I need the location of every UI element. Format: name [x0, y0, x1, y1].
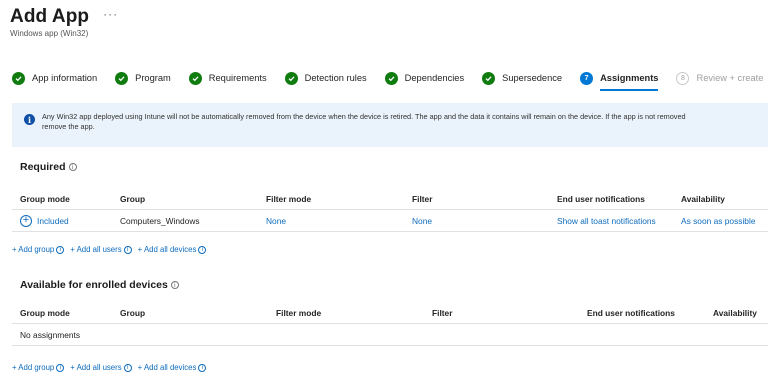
- wizard-steps: App information Program Requirements Det…: [12, 71, 768, 91]
- info-banner: i Any Win32 app deployed using Intune wi…: [12, 103, 768, 147]
- step-label: Requirements: [208, 73, 267, 83]
- column-header[interactable]: Filter mode: [268, 308, 424, 318]
- step-number-badge: 7: [580, 71, 594, 85]
- add-all-devices-link[interactable]: + Add all devices: [138, 245, 197, 254]
- column-header[interactable]: End user notifications: [579, 308, 705, 318]
- column-header[interactable]: Group: [112, 308, 268, 318]
- required-section-title: Required i: [20, 161, 77, 173]
- empty-message: No assignments: [20, 329, 81, 340]
- step-number-badge: 8: [676, 71, 690, 85]
- add-all-devices-link[interactable]: + Add all devices: [138, 363, 197, 372]
- banner-line: remove the app.: [42, 122, 95, 131]
- page-header: Add App ··· Windows app (Win32): [10, 6, 118, 38]
- banner-line: Any Win32 app deployed using Intune will…: [42, 112, 686, 121]
- column-header[interactable]: Filter mode: [258, 194, 404, 204]
- column-header[interactable]: Group mode: [12, 194, 112, 204]
- step-label: Detection rules: [304, 73, 367, 83]
- table-header-row: Group mode Group Filter mode Filter End …: [12, 302, 768, 324]
- step-assignments[interactable]: 7 Assignments: [580, 71, 659, 91]
- column-header[interactable]: Filter: [424, 308, 579, 318]
- more-options-button[interactable]: ···: [103, 7, 118, 21]
- checkmark-icon: [115, 71, 129, 85]
- step-label: App information: [32, 73, 98, 83]
- column-header[interactable]: Availability: [673, 194, 768, 204]
- step-label: Assignments: [600, 73, 659, 83]
- available-table: Group mode Group Filter mode Filter End …: [12, 302, 768, 346]
- help-icon[interactable]: i: [56, 363, 65, 372]
- column-header[interactable]: Group: [112, 194, 258, 204]
- checkmark-icon: [482, 71, 496, 85]
- add-group-link[interactable]: + Add group: [12, 245, 54, 254]
- group-mode-link[interactable]: + Included: [12, 214, 112, 227]
- table-row: No assignments: [12, 324, 768, 346]
- checkmark-icon: [12, 71, 25, 85]
- filter-link[interactable]: None: [404, 216, 549, 226]
- step-detection-rules[interactable]: Detection rules: [284, 71, 367, 85]
- add-group-link[interactable]: + Add group: [12, 363, 54, 372]
- table-row: + Included Computers_Windows None None S…: [12, 210, 768, 232]
- help-icon[interactable]: i: [198, 363, 207, 372]
- add-all-users-link[interactable]: + Add all users: [70, 363, 121, 372]
- step-label: Review + create: [696, 73, 764, 83]
- required-add-links: + Add group i + Add all users i + Add al…: [12, 245, 207, 254]
- help-icon[interactable]: i: [198, 245, 207, 254]
- column-header[interactable]: Filter: [404, 194, 549, 204]
- notifications-link[interactable]: Show all toast notifications: [549, 216, 673, 226]
- page-title: Add App: [10, 6, 90, 27]
- info-icon: i: [24, 114, 35, 125]
- plus-circle-icon: +: [20, 214, 32, 227]
- help-icon[interactable]: i: [123, 363, 132, 372]
- step-dependencies[interactable]: Dependencies: [384, 71, 465, 85]
- add-all-users-link[interactable]: + Add all users: [70, 245, 121, 254]
- step-label: Dependencies: [404, 73, 465, 83]
- availability-link[interactable]: As soon as possible: [673, 216, 768, 226]
- available-section-title: Available for enrolled devices i: [20, 279, 179, 291]
- step-app-information[interactable]: App information: [12, 71, 98, 85]
- column-header[interactable]: End user notifications: [549, 194, 673, 204]
- page-subtitle: Windows app (Win32): [10, 29, 89, 38]
- step-label: Program: [135, 73, 171, 83]
- group-cell: Computers_Windows: [120, 215, 200, 226]
- help-icon[interactable]: i: [123, 245, 132, 254]
- help-icon[interactable]: i: [170, 281, 179, 289]
- available-add-links: + Add group i + Add all users i + Add al…: [12, 363, 207, 372]
- step-requirements[interactable]: Requirements: [188, 71, 267, 85]
- required-table: Group mode Group Filter mode Filter End …: [12, 188, 768, 232]
- checkmark-icon: [384, 71, 398, 85]
- help-icon[interactable]: i: [68, 163, 77, 171]
- checkmark-icon: [188, 71, 202, 85]
- banner-text: Any Win32 app deployed using Intune will…: [42, 112, 686, 147]
- table-header-row: Group mode Group Filter mode Filter End …: [12, 188, 768, 210]
- filter-mode-link[interactable]: None: [258, 216, 404, 226]
- step-program[interactable]: Program: [115, 71, 171, 85]
- step-review-create[interactable]: 8 Review + create: [676, 71, 764, 85]
- column-header[interactable]: Group mode: [12, 308, 112, 318]
- checkmark-icon: [284, 71, 298, 85]
- help-icon[interactable]: i: [56, 245, 65, 254]
- column-header[interactable]: Availability: [705, 308, 768, 318]
- step-supersedence[interactable]: Supersedence: [482, 71, 563, 85]
- step-label: Supersedence: [502, 73, 563, 83]
